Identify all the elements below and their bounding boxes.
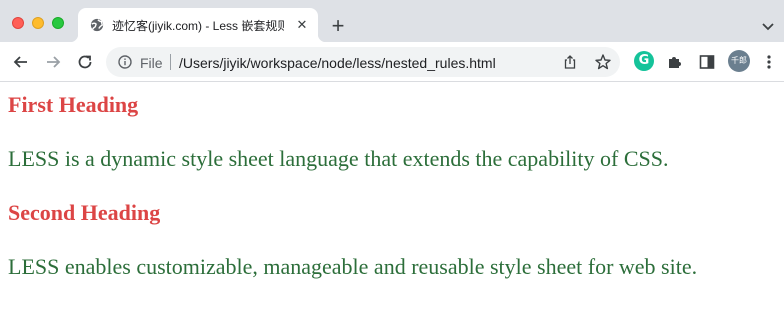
profile-avatar[interactable]: 千郎 (728, 50, 750, 72)
side-panel-icon[interactable] (698, 53, 716, 71)
second-paragraph: LESS enables customizable, manageable an… (8, 254, 698, 279)
omnibox-divider (170, 54, 171, 70)
globe-icon (90, 18, 104, 32)
url-text[interactable]: /Users/jiyik/workspace/node/less/nested_… (179, 55, 496, 71)
new-tab-button[interactable]: + (328, 15, 348, 37)
kebab-menu-icon[interactable] (760, 53, 778, 71)
forward-arrow-icon[interactable] (44, 53, 62, 71)
tab-title: 迹忆客(jiyik.com) - Less 嵌套规则 (112, 19, 284, 33)
bookmark-star-icon[interactable] (594, 53, 612, 71)
address-bar[interactable]: File /Users/jiyik/workspace/node/less/ne… (106, 47, 620, 77)
window-minimize-button[interactable] (32, 17, 44, 29)
back-arrow-icon[interactable] (12, 53, 30, 71)
browser-toolbar: File /Users/jiyik/workspace/node/less/ne… (0, 42, 784, 82)
first-heading: First Heading (8, 92, 139, 117)
tab-strip: 迹忆客(jiyik.com) - Less 嵌套规则 ✕ + (0, 0, 784, 42)
active-tab[interactable]: 迹忆客(jiyik.com) - Less 嵌套规则 ✕ (70, 8, 326, 42)
puzzle-extensions-icon[interactable] (666, 53, 684, 71)
grammarly-extension-icon[interactable]: G (634, 51, 654, 71)
first-paragraph: LESS is a dynamic style sheet language t… (8, 146, 669, 171)
page-content: First Heading LESS is a dynamic style sh… (0, 83, 784, 313)
url-scheme-label: File (140, 55, 163, 71)
info-icon[interactable] (118, 55, 132, 69)
reload-icon[interactable] (76, 53, 94, 71)
window-maximize-button[interactable] (52, 17, 64, 29)
second-heading: Second Heading (8, 200, 161, 225)
tab-close-icon[interactable]: ✕ (294, 17, 310, 33)
chevron-down-icon[interactable] (760, 18, 776, 34)
share-icon[interactable] (562, 54, 578, 70)
window-close-button[interactable] (12, 17, 24, 29)
